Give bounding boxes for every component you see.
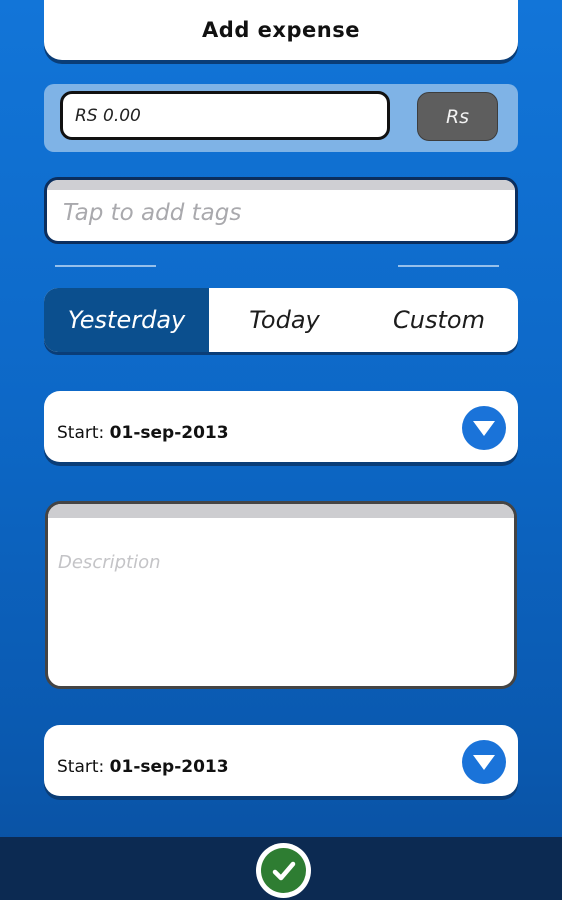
confirm-button-inner (261, 848, 306, 893)
start-date-value: 01-sep-2013 (109, 423, 229, 443)
dropdown-button[interactable] (462, 406, 506, 450)
start-date-text-2: Start: 01-sep-2013 (57, 757, 229, 777)
tab-yesterday[interactable]: Yesterday (44, 288, 209, 352)
description-field[interactable]: Description (45, 501, 517, 689)
day-selector: Yesterday Today Custom (44, 288, 518, 352)
confirm-button[interactable] (256, 843, 311, 898)
right-divider (398, 265, 499, 267)
amount-input[interactable]: RS 0.00 (60, 91, 390, 140)
left-divider (55, 265, 156, 267)
amount-panel: RS 0.00 Rs (44, 84, 518, 152)
checkmark-icon (272, 861, 295, 880)
tags-input-top-shade (47, 180, 515, 190)
tags-input[interactable]: Tap to add tags (44, 177, 518, 244)
description-top-shade (48, 504, 514, 518)
chevron-down-icon (473, 755, 495, 770)
page-title: Add expense (202, 18, 360, 42)
start-date-label: Start: (57, 423, 110, 443)
start-date-value-2: 01-sep-2013 (109, 757, 229, 777)
add-expense-header: Add expense (44, 0, 518, 60)
start-date-label-2: Start: (57, 757, 110, 777)
tab-today[interactable]: Today (209, 288, 360, 352)
start-date-selector-2[interactable]: Start: 01-sep-2013 (44, 725, 518, 796)
tags-placeholder: Tap to add tags (63, 200, 242, 226)
description-placeholder: Description (58, 552, 161, 573)
dropdown-button-2[interactable] (462, 740, 506, 784)
tab-custom[interactable]: Custom (360, 288, 518, 352)
start-date-text: Start: 01-sep-2013 (57, 423, 229, 443)
chevron-down-icon (473, 421, 495, 436)
currency-button[interactable]: Rs (417, 92, 498, 141)
start-date-selector[interactable]: Start: 01-sep-2013 (44, 391, 518, 462)
